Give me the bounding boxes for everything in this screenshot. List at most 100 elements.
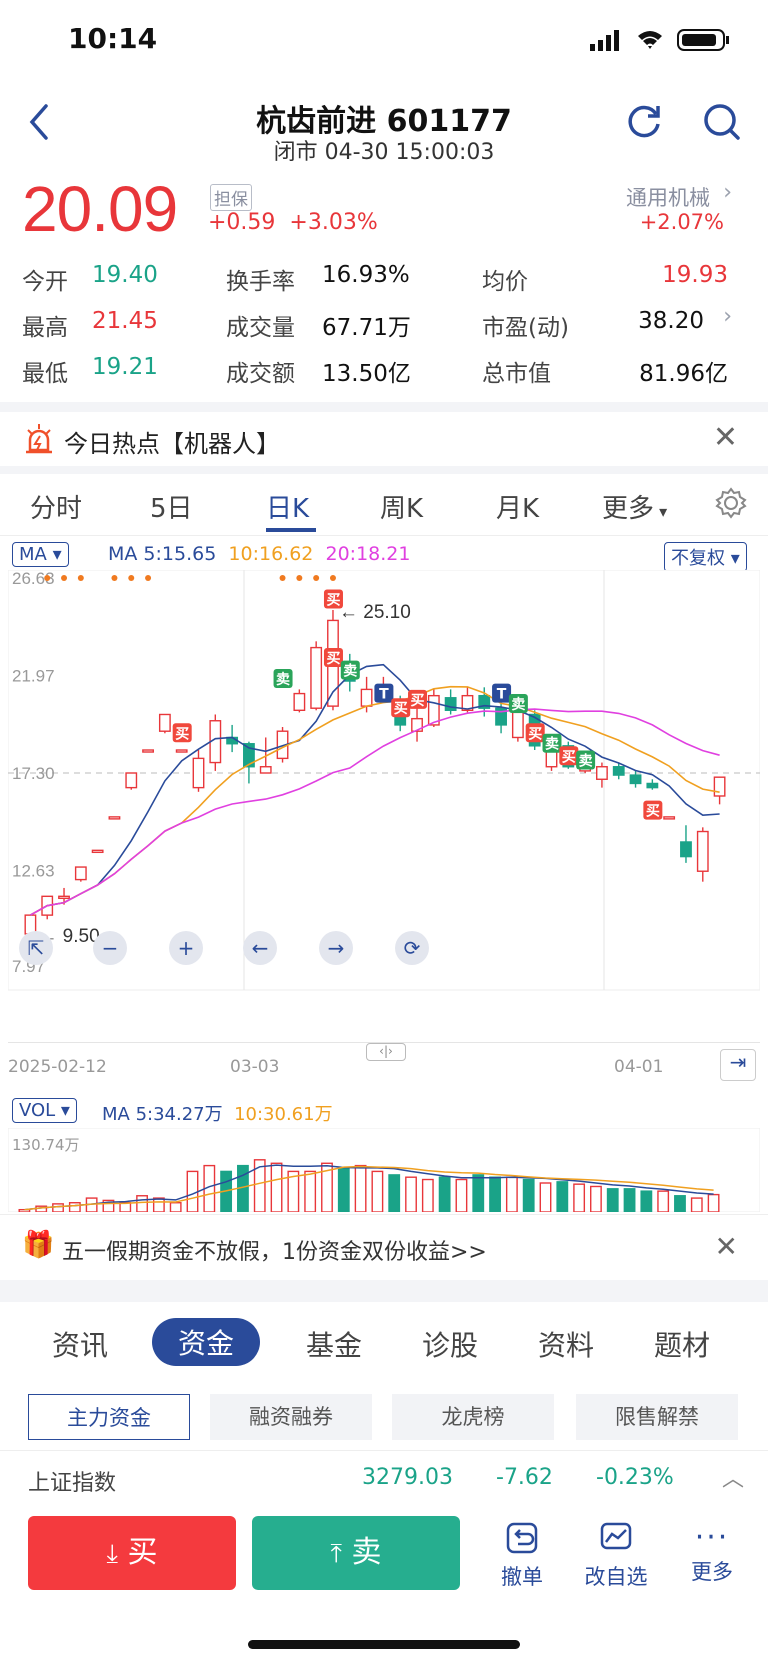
- signal-marker-label: 买: [175, 726, 189, 742]
- tab-daily-k[interactable]: 日K: [266, 488, 309, 525]
- volume-bar: [522, 1178, 535, 1212]
- tab-themes[interactable]: 题材: [654, 1324, 710, 1364]
- tab-weekly-k[interactable]: 周K: [380, 488, 423, 525]
- pan-left-button[interactable]: ←: [243, 931, 277, 965]
- tab-monthly-k[interactable]: 月K: [496, 488, 539, 525]
- stat-label: 总市值: [482, 361, 551, 387]
- signal-marker-label: T: [379, 687, 389, 703]
- chip-lockup[interactable]: 限售解禁: [576, 1394, 738, 1440]
- volume-bar: [573, 1183, 586, 1212]
- tool-label: 更多: [691, 1560, 733, 1584]
- volume-bar: [657, 1190, 670, 1212]
- volume-chart: 130.74万: [8, 1128, 760, 1212]
- volume-bar: [371, 1170, 384, 1212]
- zoom-in-button[interactable]: +: [169, 931, 203, 965]
- vol-selector[interactable]: VOL ▾: [12, 1098, 77, 1123]
- buy-button[interactable]: ⤓ 买: [28, 1516, 236, 1590]
- stat-label: 今开: [22, 269, 68, 295]
- volume-bar: [505, 1176, 518, 1212]
- divider: [0, 1280, 768, 1302]
- chip-margin[interactable]: 融资融券: [210, 1394, 372, 1440]
- candle-body: [713, 776, 726, 797]
- hot-topic-bar[interactable]: 今日热点【机器人】 ✕: [0, 412, 768, 472]
- rotate-button[interactable]: ⟳: [395, 931, 429, 965]
- undo-icon: [506, 1522, 538, 1554]
- scroll-handle[interactable]: ‹|›: [366, 1043, 406, 1061]
- search-icon[interactable]: [700, 100, 744, 144]
- volume-bar: [438, 1176, 451, 1212]
- edit-watchlist-button[interactable]: 改自选: [576, 1520, 656, 1591]
- last-price: 20.09: [22, 173, 178, 245]
- candle-body: [74, 866, 87, 881]
- promo-banner[interactable]: 🎁 五一假期资金不放假，1份资金双份收益>> ✕: [0, 1220, 768, 1278]
- candle-body: [663, 816, 676, 820]
- more-dots-icon: ···: [694, 1520, 730, 1555]
- volume-bar: [489, 1176, 501, 1212]
- candle-body: [596, 766, 608, 780]
- collapse-button[interactable]: ⇱: [19, 931, 53, 965]
- control-glyph: −: [102, 936, 119, 960]
- volume-bar: [169, 1202, 182, 1212]
- y-tick-label: 21.97: [12, 666, 55, 685]
- signal-dot: [111, 575, 118, 581]
- candle-body: [192, 757, 205, 789]
- candle-body: [175, 749, 188, 753]
- tab-more[interactable]: 更多 ▾: [602, 488, 667, 525]
- y-tick-label: 12.63: [12, 862, 55, 881]
- more-button[interactable]: ··· 更多: [672, 1520, 752, 1586]
- stat-label: 换手率: [226, 269, 295, 295]
- date-axis: 2025-02-12 03-03 04-01 ‹|› ⇥: [8, 1042, 760, 1086]
- signal-dot: [329, 575, 336, 581]
- refresh-icon[interactable]: [622, 100, 666, 144]
- tab-profile[interactable]: 资料: [538, 1324, 594, 1364]
- close-icon[interactable]: ✕: [713, 420, 738, 455]
- tab-funds[interactable]: 资金: [152, 1318, 261, 1366]
- volume-bar: [455, 1178, 468, 1212]
- settings-icon[interactable]: [714, 486, 748, 520]
- index-value: 3279.03: [362, 1465, 453, 1490]
- stat-value: 16.93%: [322, 262, 410, 288]
- pan-right-button[interactable]: →: [319, 931, 353, 965]
- volume-bar: [237, 1164, 249, 1212]
- volume-bar: [539, 1182, 552, 1212]
- home-indicator: [248, 1640, 520, 1649]
- control-glyph: ⇱: [28, 936, 45, 960]
- tab-news[interactable]: 资讯: [52, 1324, 108, 1364]
- volume-bar: [136, 1195, 148, 1212]
- chart-frame: [8, 570, 760, 991]
- chevron-up-icon[interactable]: ︿: [722, 1461, 744, 1493]
- close-icon[interactable]: ✕: [715, 1230, 738, 1263]
- candle-body: [158, 713, 171, 732]
- volume-bar: [690, 1197, 703, 1212]
- volume-bar: [68, 1202, 81, 1212]
- candle-body: [629, 774, 642, 785]
- chip-dragon-tiger[interactable]: 龙虎榜: [392, 1394, 554, 1440]
- signal-marker-label: 买: [528, 726, 542, 742]
- cancel-order-button[interactable]: 撤单: [482, 1520, 562, 1591]
- stat-label: 市盈(动): [482, 315, 569, 341]
- vol-max-label: 130.74万: [12, 1136, 80, 1154]
- sector-link[interactable]: 通用机械: [626, 182, 710, 212]
- zoom-out-button[interactable]: −: [93, 931, 127, 965]
- divider: [0, 466, 768, 474]
- tab-diagnosis[interactable]: 诊股: [422, 1324, 478, 1364]
- sell-button[interactable]: ⤒ 卖: [252, 1516, 460, 1590]
- divider: [0, 402, 768, 412]
- chip-main-funds[interactable]: 主力资金: [28, 1394, 190, 1440]
- tab-fund[interactable]: 基金: [306, 1324, 362, 1364]
- candlestick-chart[interactable]: 26.6321.9717.3012.637.97← 25.10← 9.50买买买…: [8, 570, 760, 1040]
- promo-text: 五一假期资金不放假，1份资金双份收益>>: [62, 1240, 487, 1265]
- candle-body: [293, 692, 306, 711]
- ma-selector[interactable]: MA ▾: [12, 542, 69, 567]
- tool-label: 撤单: [501, 1565, 543, 1589]
- index-ticker[interactable]: 上证指数 3279.03 -7.62 -0.23% ︿: [0, 1450, 768, 1506]
- adjust-selector[interactable]: 不复权 ▾: [664, 542, 747, 572]
- signal-dot: [145, 575, 152, 581]
- y-tick-label: 17.30: [12, 764, 55, 783]
- stat-label: 最低: [22, 361, 68, 387]
- candle-body: [58, 895, 70, 900]
- tab-5day[interactable]: 5日: [150, 488, 193, 525]
- tab-intraday[interactable]: 分时: [30, 488, 82, 525]
- stat-value: 81.96亿: [639, 361, 728, 387]
- jump-latest-button[interactable]: ⇥: [720, 1049, 756, 1081]
